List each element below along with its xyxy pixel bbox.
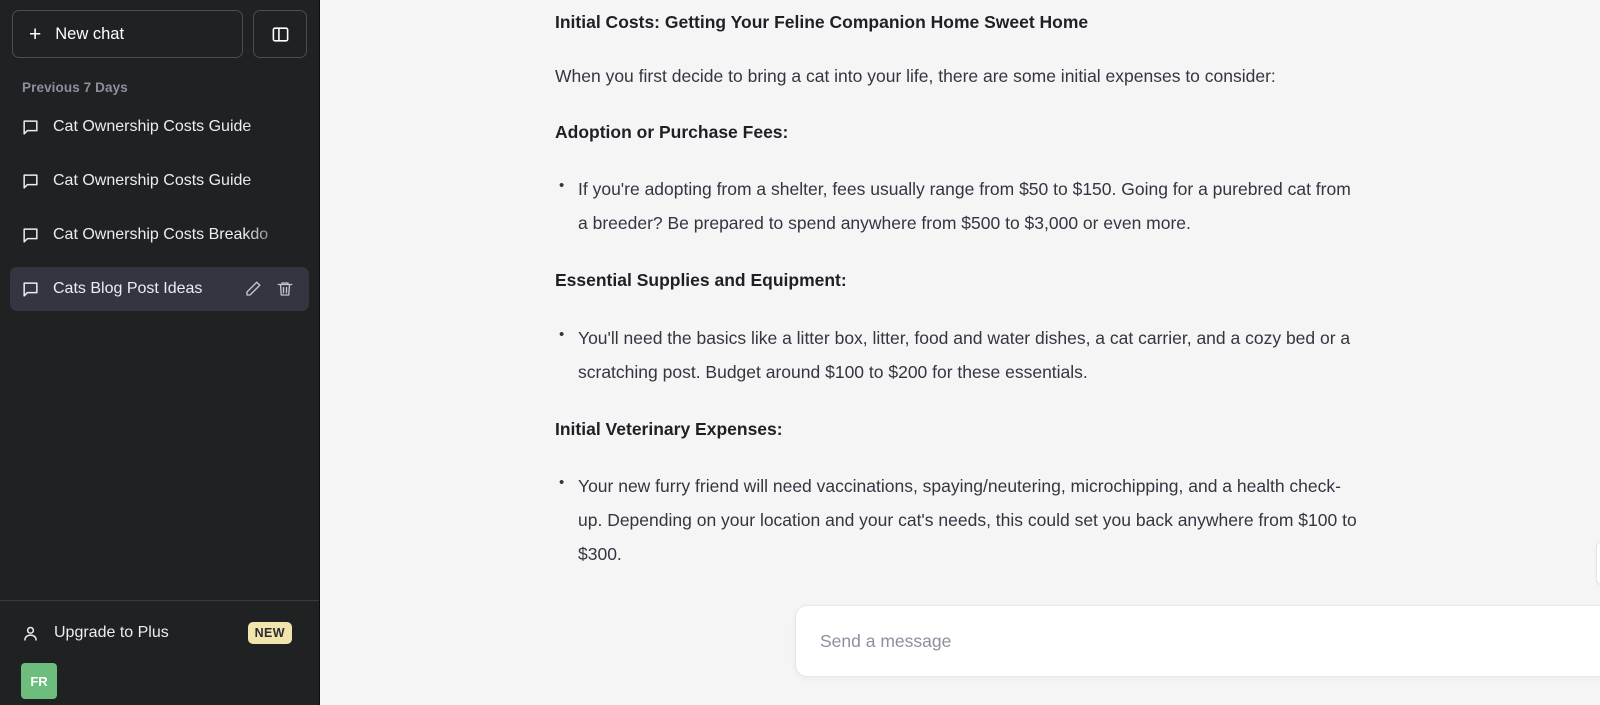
- conversation-thread: Initial Costs: Getting Your Feline Compa…: [320, 0, 1600, 585]
- bullet-item: If you're adopting from a shelter, fees …: [555, 171, 1365, 240]
- upgrade-to-plus-button[interactable]: Upgrade to Plus NEW: [10, 609, 309, 657]
- chat-list-item[interactable]: Cat Ownership Costs Guide: [10, 105, 309, 149]
- sidebar-footer: Upgrade to Plus NEW FR: [0, 600, 319, 705]
- upgrade-label: Upgrade to Plus: [54, 624, 169, 641]
- bullet-list: You'll need the basics like a litter box…: [555, 320, 1365, 389]
- chat-bubble-icon: [21, 118, 40, 137]
- section-heading: Essential Supplies and Equipment:: [555, 270, 847, 291]
- chat-list-item[interactable]: Cat Ownership Costs Guide: [10, 159, 309, 203]
- chat-item-title: Cat Ownership Costs Guide: [53, 172, 252, 189]
- chat-bubble-icon: [21, 172, 40, 191]
- chat-item-title: Cat Ownership Costs Breakdo: [53, 226, 269, 243]
- message-input[interactable]: [796, 630, 1600, 652]
- trash-delete-icon[interactable]: [276, 280, 294, 298]
- message-composer: [795, 605, 1600, 677]
- sidebar-toggle-button[interactable]: [253, 10, 307, 58]
- history-section-label: Previous 7 Days: [22, 80, 128, 95]
- user-person-icon: [21, 624, 40, 643]
- chat-bubble-icon: [21, 280, 40, 299]
- plus-icon: +: [29, 22, 42, 46]
- chat-list-item-active[interactable]: Cats Blog Post Ideas: [10, 267, 309, 311]
- sidebar: + New chat Previous 7 Days Cat Ownership…: [0, 0, 320, 705]
- section-heading: Initial Costs: Getting Your Feline Compa…: [555, 12, 1089, 32]
- bullet-list: Your new furry friend will need vaccinat…: [555, 468, 1365, 571]
- chat-item-actions: [244, 280, 298, 298]
- main-content: Initial Costs: Getting Your Feline Compa…: [320, 0, 1600, 705]
- avatar: FR: [21, 663, 57, 699]
- panel-icon: [271, 25, 290, 44]
- chat-item-title: Cat Ownership Costs Guide: [53, 118, 252, 135]
- new-chat-label: New chat: [55, 24, 125, 43]
- new-chat-button[interactable]: + New chat: [12, 10, 243, 58]
- chat-bubble-icon: [21, 226, 40, 245]
- new-badge: NEW: [247, 622, 292, 644]
- chat-history-list: Cat Ownership Costs Guide Cat Ownership …: [0, 105, 319, 321]
- bullet-list: If you're adopting from a shelter, fees …: [555, 171, 1365, 240]
- sidebar-header: + New chat: [0, 0, 319, 58]
- section-heading: Initial Veterinary Expenses:: [555, 418, 783, 439]
- account-row[interactable]: FR: [10, 657, 309, 705]
- bullet-item: You'll need the basics like a litter box…: [555, 320, 1365, 389]
- chat-list-item[interactable]: Cat Ownership Costs Breakdo: [10, 213, 309, 257]
- regenerate-button[interactable]: Regenerate: [1596, 541, 1600, 585]
- assistant-message: Initial Costs: Getting Your Feline Compa…: [555, 0, 1365, 572]
- edit-pencil-icon[interactable]: [244, 280, 262, 298]
- bullet-item: Your new furry friend will need vaccinat…: [555, 468, 1365, 571]
- intro-paragraph: When you first decide to bring a cat int…: [555, 66, 1276, 87]
- chat-item-title: Cats Blog Post Ideas: [53, 280, 203, 297]
- section-heading: Adoption or Purchase Fees:: [555, 121, 789, 142]
